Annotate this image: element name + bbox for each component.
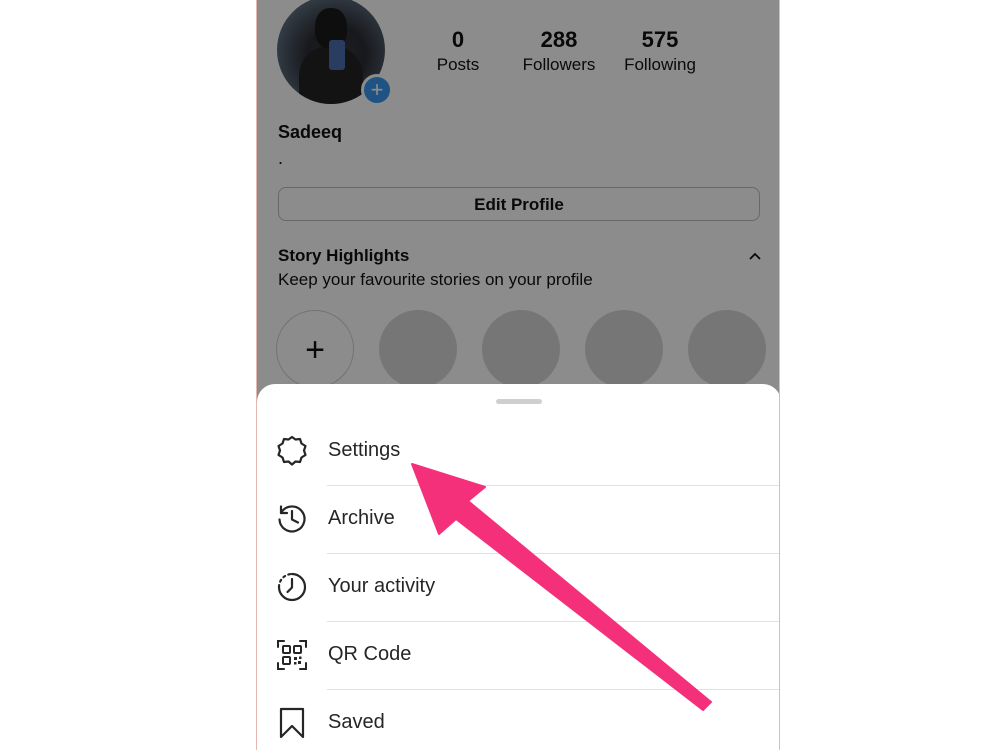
phone-screen: + 0 Posts 288 Followers 575 Following Sa… xyxy=(256,0,780,750)
menu-item-label: Archive xyxy=(328,507,395,529)
bookmark-icon xyxy=(279,707,305,739)
menu-item-your-activity[interactable]: Your activity xyxy=(257,554,779,622)
menu-item-qr-code[interactable]: QR Code xyxy=(257,622,779,690)
qr-code-icon xyxy=(277,640,307,670)
menu-item-saved[interactable]: Saved xyxy=(257,690,779,750)
activity-clock-icon xyxy=(277,572,307,602)
menu-item-label: QR Code xyxy=(328,643,412,665)
menu-item-settings[interactable]: Settings xyxy=(257,418,779,486)
menu-item-label: Saved xyxy=(328,711,385,733)
options-bottom-sheet: Settings Archive Your activity QR Code S… xyxy=(257,384,779,750)
menu-item-archive[interactable]: Archive xyxy=(257,486,779,554)
menu-item-label: Your activity xyxy=(328,575,436,597)
archive-history-icon xyxy=(278,505,306,533)
drag-handle[interactable] xyxy=(496,399,542,404)
menu-item-label: Settings xyxy=(328,439,401,461)
settings-gear-icon xyxy=(277,435,307,466)
